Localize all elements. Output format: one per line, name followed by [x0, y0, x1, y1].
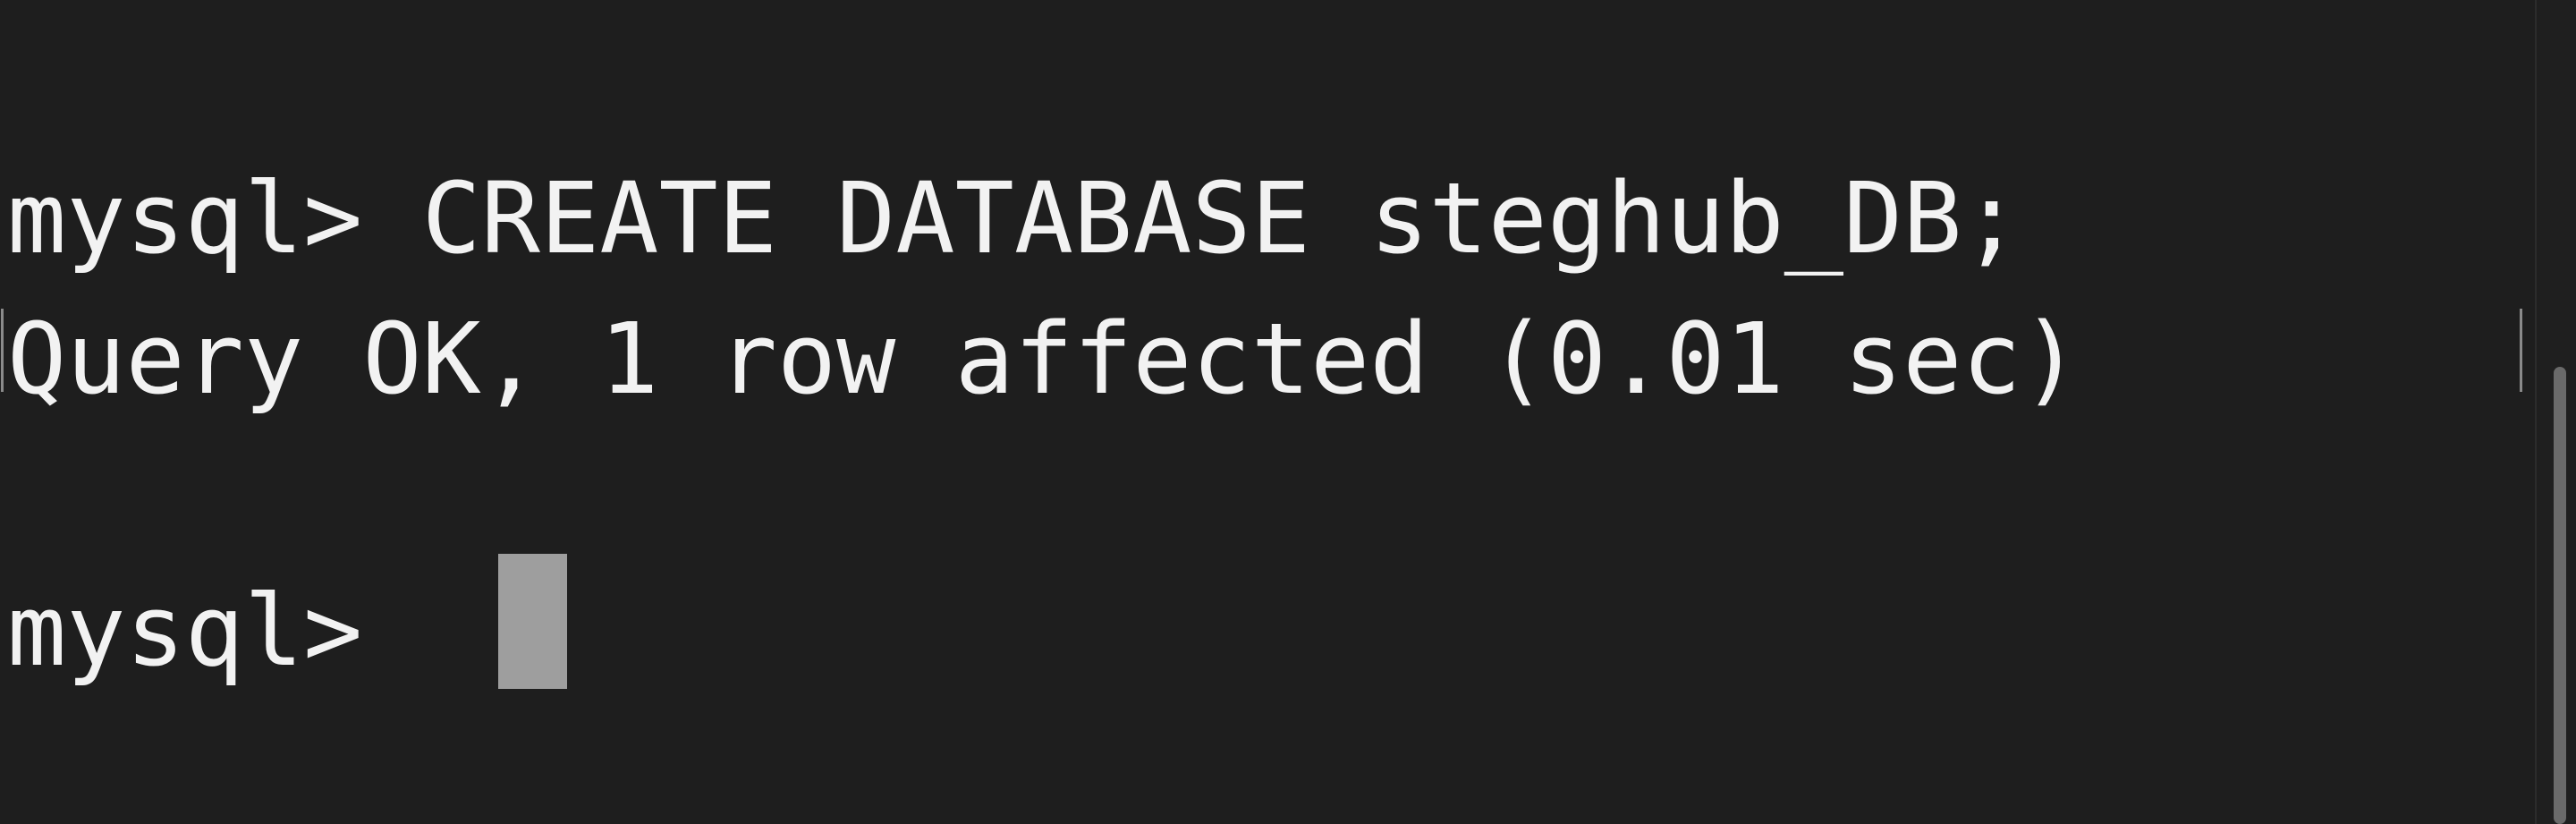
scrollbar-thumb[interactable] [2554, 367, 2566, 824]
text-cursor [498, 554, 567, 689]
selection-marker-right [2520, 309, 2522, 392]
vertical-scrollbar[interactable] [2535, 0, 2576, 824]
selection-marker-left [1, 309, 4, 392]
query-result-line: Query OK, 1 row affected (0.01 sec) [7, 302, 2080, 416]
terminal-window[interactable]: mysql> CREATE DATABASE steghub_DB; Query… [0, 0, 2535, 824]
prompt-line: mysql> [7, 573, 422, 688]
command-line: mysql> CREATE DATABASE steghub_DB; [7, 161, 2021, 276]
